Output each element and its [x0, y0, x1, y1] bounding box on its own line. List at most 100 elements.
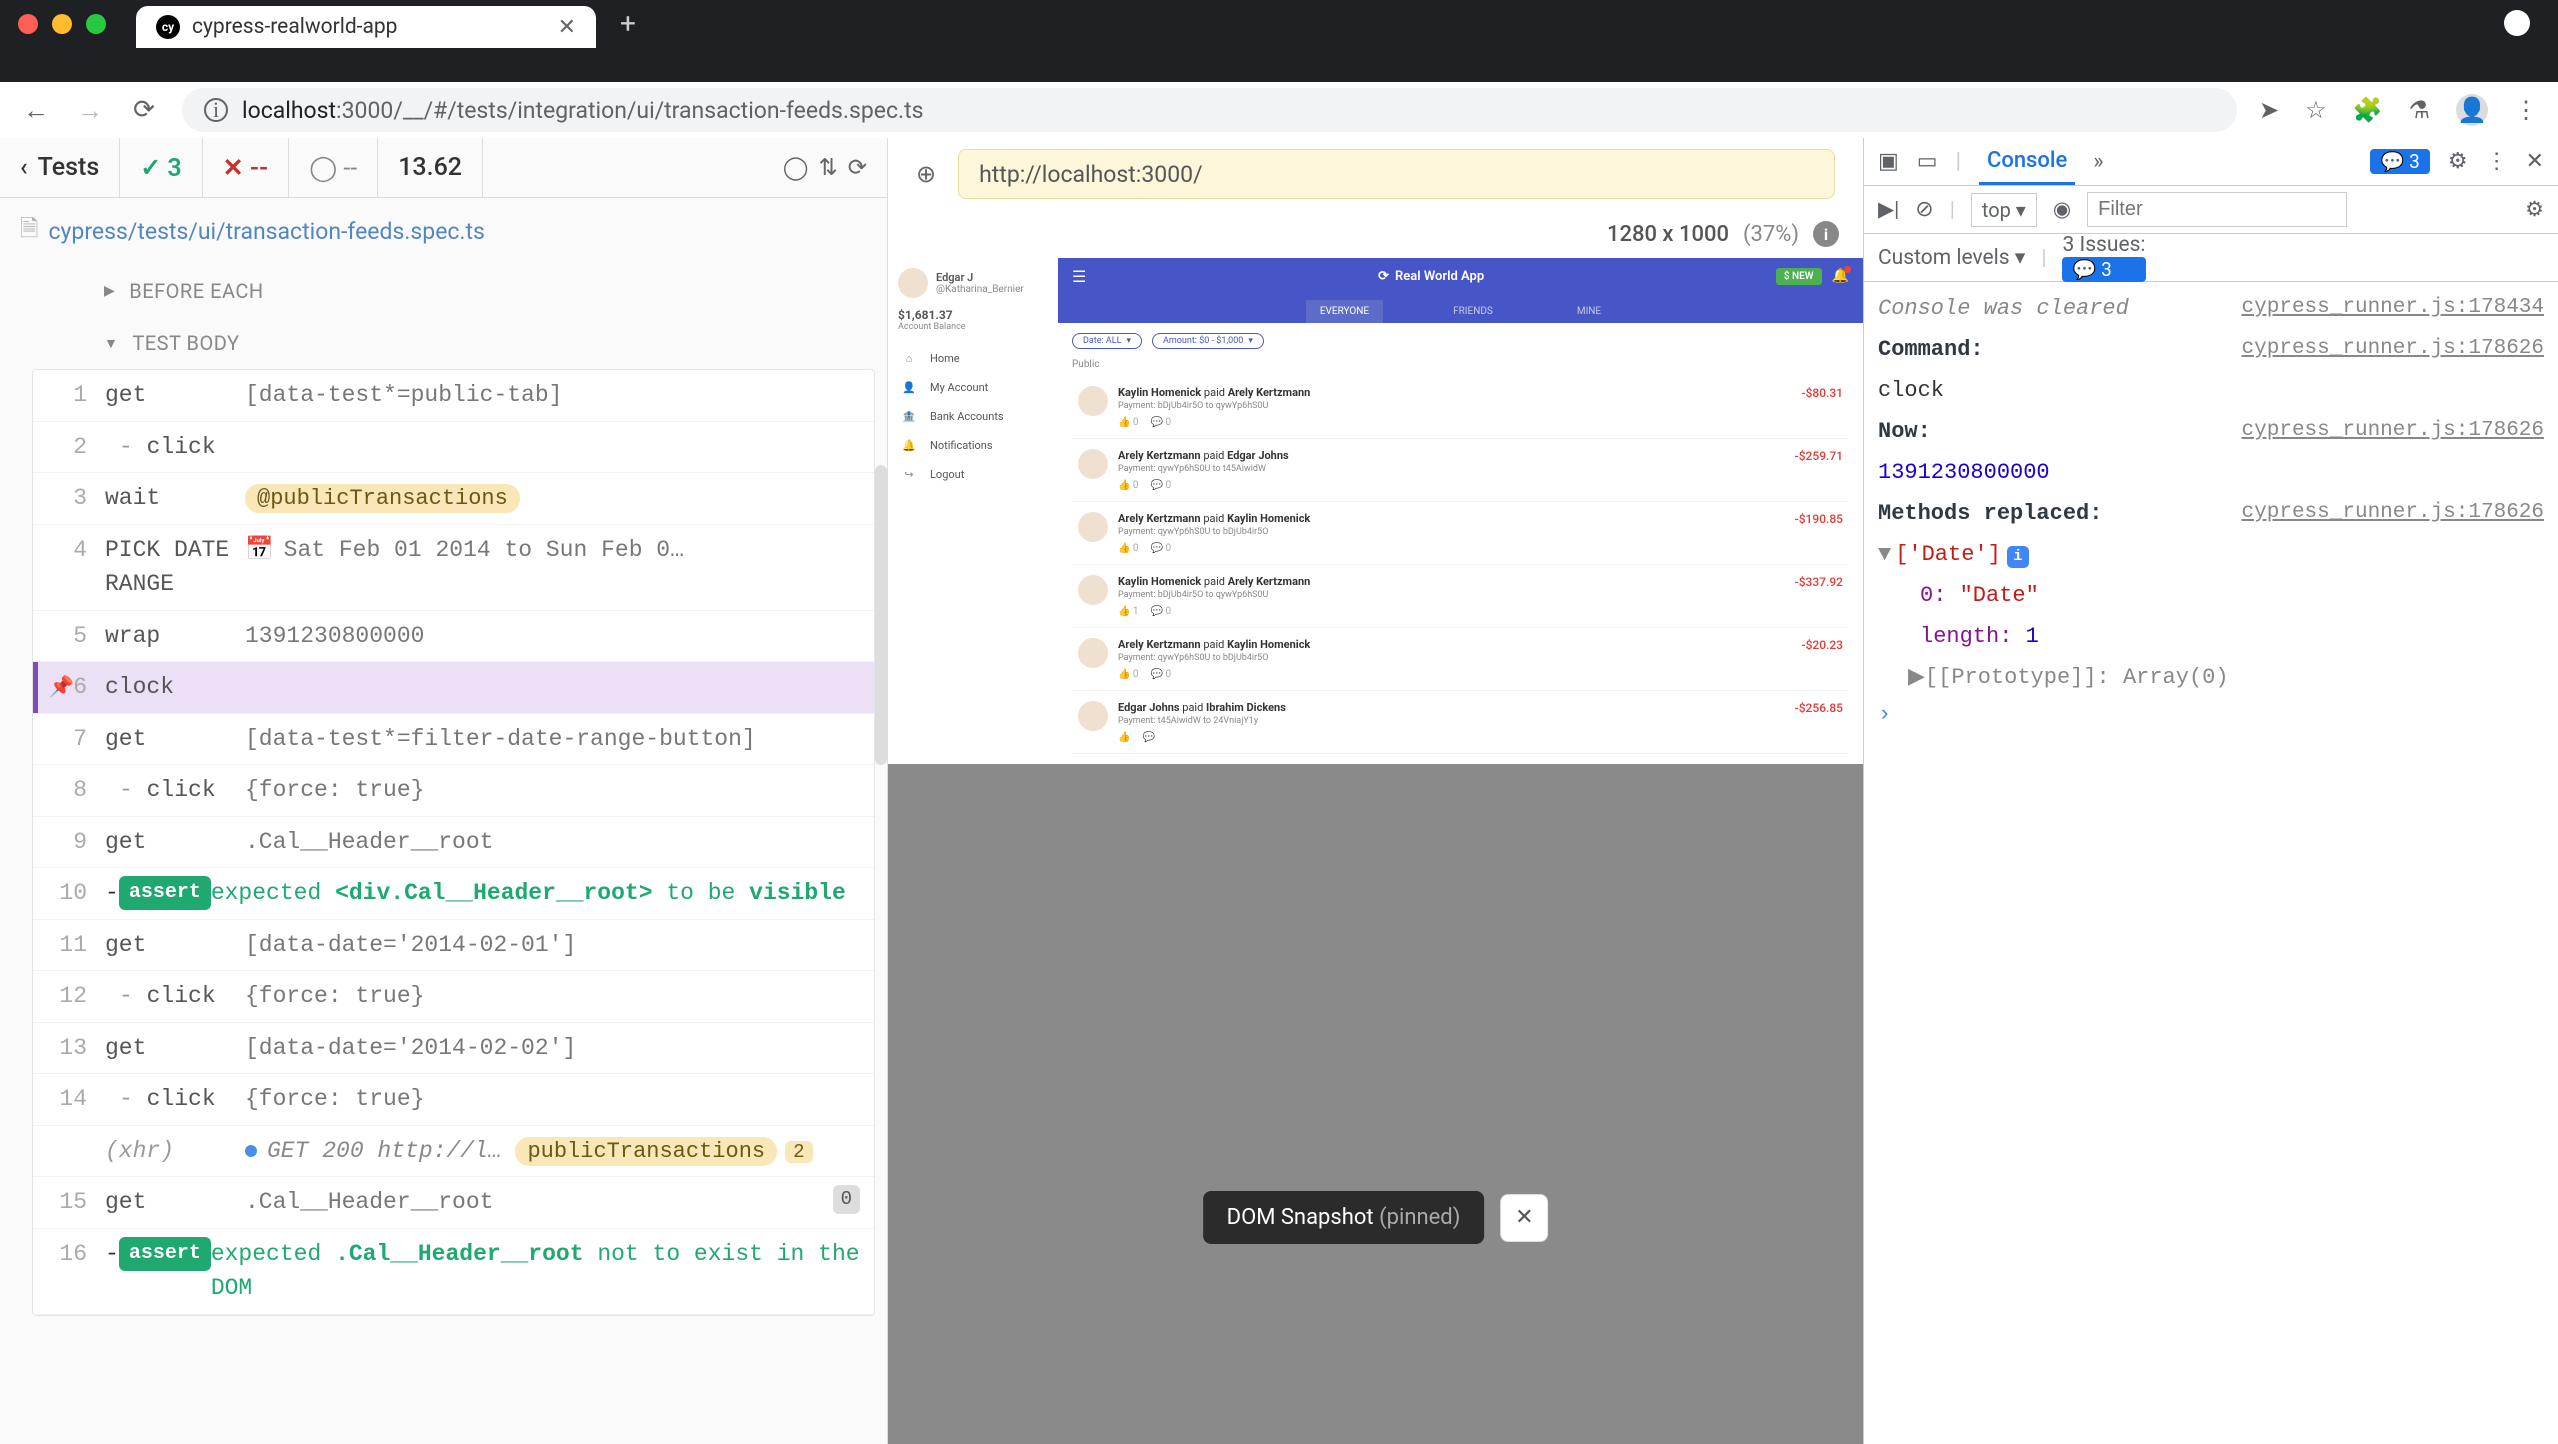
- bookmark-icon[interactable]: ☆: [2305, 96, 2327, 124]
- nav-item[interactable]: 🏦Bank Accounts: [898, 402, 1048, 431]
- app-under-test[interactable]: Edgar J @Katharina_Bernier $1,681.37 Acc…: [888, 258, 1863, 764]
- command-row[interactable]: 11get[data-date='2014-02-01']: [33, 920, 874, 972]
- before-each-header[interactable]: ▶BEFORE EACH: [32, 265, 875, 317]
- filter-pill[interactable]: Amount: $0 - $1,000▾: [1152, 333, 1264, 349]
- console-filter-input[interactable]: [2087, 192, 2347, 227]
- dom-snapshot-close-button[interactable]: ✕: [1500, 1194, 1548, 1242]
- object-prototype[interactable]: ▶[[Prototype]]: Array(0): [1908, 661, 2544, 694]
- command-row[interactable]: 10- assertexpected <div.Cal__Header__roo…: [33, 868, 874, 920]
- console-object[interactable]: ▼['Date']i: [1878, 538, 2544, 571]
- menu-icon[interactable]: ⋮: [2514, 96, 2538, 124]
- transaction-item[interactable]: Edgar Johns paid Ibrahim DickensPayment:…: [1072, 691, 1849, 754]
- app-sidebar: Edgar J @Katharina_Bernier $1,681.37 Acc…: [888, 258, 1058, 764]
- command-row[interactable]: 14click{force: true}: [33, 1074, 874, 1126]
- lab-icon[interactable]: ⚗: [2408, 96, 2430, 124]
- command-row[interactable]: 7get[data-test*=filter-date-range-button…: [33, 714, 874, 766]
- feed-tab[interactable]: MINE: [1563, 300, 1615, 323]
- command-row[interactable]: 5wrap1391230800000: [33, 611, 874, 663]
- close-window[interactable]: [18, 14, 38, 34]
- forward-button[interactable]: →: [74, 95, 106, 126]
- nav-item[interactable]: 🔔Notifications: [898, 431, 1048, 460]
- inspect-icon[interactable]: ▣: [1878, 149, 1899, 174]
- transaction-item[interactable]: Kaylin Homenick paid Arely KertzmannPaym…: [1072, 565, 1849, 628]
- transaction-item[interactable]: Arely Kertzmann paid Kaylin HomenickPaym…: [1072, 502, 1849, 565]
- command-row[interactable]: 1get[data-test*=public-tab]: [33, 370, 874, 422]
- expand-icon[interactable]: ⇅: [818, 154, 837, 181]
- feed-section-label: Public: [1072, 359, 1849, 370]
- object-property: 0: "Date": [1920, 579, 2544, 612]
- nav-item[interactable]: ⌂Home: [898, 344, 1048, 373]
- selector-playground-icon[interactable]: ⊕: [916, 160, 936, 188]
- tests-back-button[interactable]: ‹ Tests: [0, 138, 120, 197]
- viewport-info-icon[interactable]: i: [1813, 221, 1839, 247]
- tab-overflow-icon[interactable]: [2504, 10, 2530, 36]
- site-info-icon[interactable]: i: [204, 98, 228, 122]
- command-row[interactable]: (xhr)GET 200 http://l… publicTransaction…: [33, 1126, 874, 1178]
- command-row[interactable]: 16- assertexpected .Cal__Header__root no…: [33, 1229, 874, 1315]
- nav-item[interactable]: ↪Logout: [898, 460, 1048, 489]
- settings-icon[interactable]: ⚙: [2448, 149, 2468, 174]
- extensions-icon[interactable]: 🧩: [2353, 96, 2383, 124]
- console-prompt[interactable]: ›: [1864, 698, 2558, 731]
- context-selector[interactable]: top ▾: [1971, 193, 2037, 227]
- console-output[interactable]: Console was clearedcypress_runner.js:178…: [1864, 282, 2558, 1444]
- source-link[interactable]: cypress_runner.js:178626: [2242, 415, 2544, 448]
- test-body-header[interactable]: ▼TEST BODY: [32, 317, 875, 369]
- feed-tab[interactable]: FRIENDS: [1439, 300, 1507, 323]
- command-log[interactable]: ▶BEFORE EACH ▼TEST BODY 1get[data-test*=…: [0, 265, 887, 1444]
- hamburger-icon[interactable]: ☰: [1072, 267, 1086, 286]
- new-tab-button[interactable]: +: [620, 7, 636, 40]
- back-button[interactable]: ←: [20, 95, 52, 126]
- transaction-item[interactable]: Arely Kertzmann paid Edgar JohnsPayment:…: [1072, 439, 1849, 502]
- command-row[interactable]: 13get[data-date='2014-02-02']: [33, 1023, 874, 1075]
- command-row[interactable]: 12click{force: true}: [33, 971, 874, 1023]
- send-icon[interactable]: ➤: [2259, 96, 2279, 124]
- live-expression-icon[interactable]: ◉: [2053, 197, 2071, 222]
- source-link[interactable]: cypress_runner.js:178626: [2242, 497, 2544, 530]
- source-link[interactable]: cypress_runner.js:178434: [2242, 292, 2544, 325]
- app-url-input[interactable]: http://localhost:3000/: [958, 149, 1835, 199]
- sidebar-toggle-icon[interactable]: ▶|: [1878, 197, 1899, 222]
- command-row[interactable]: 3wait@publicTransactions: [33, 473, 874, 525]
- url-bar: ← → ⟳ i localhost:3000/__/#/tests/integr…: [0, 82, 2558, 138]
- info-icon[interactable]: i: [2007, 546, 2029, 568]
- scrollbar[interactable]: [875, 465, 887, 765]
- profile-avatar[interactable]: 👤: [2456, 94, 2488, 126]
- command-row[interactable]: 8click{force: true}: [33, 765, 874, 817]
- log-levels-selector[interactable]: Custom levels ▾: [1878, 245, 2025, 270]
- issues-summary[interactable]: 3 Issues: 💬 3: [2062, 233, 2145, 282]
- auto-scroll-icon[interactable]: ◯: [783, 154, 809, 181]
- close-devtools-icon[interactable]: ✕: [2526, 149, 2544, 174]
- command-row[interactable]: 9get.Cal__Header__root: [33, 817, 874, 869]
- maximize-window[interactable]: [86, 14, 106, 34]
- command-row[interactable]: 6clock📌: [33, 662, 874, 714]
- spec-file-path[interactable]: 🗎 cypress/tests/ui/transaction-feeds.spe…: [0, 198, 887, 265]
- reload-button[interactable]: ⟳: [128, 95, 160, 125]
- more-tabs-icon[interactable]: »: [2093, 149, 2103, 174]
- transaction-item[interactable]: Kaylin Homenick paid Arely KertzmannPaym…: [1072, 376, 1849, 439]
- user-profile[interactable]: Edgar J @Katharina_Bernier: [898, 268, 1048, 298]
- kebab-icon[interactable]: ⋮: [2486, 149, 2508, 174]
- feed-tab[interactable]: EVERYONE: [1306, 300, 1383, 323]
- notifications-icon[interactable]: 🔔: [1832, 268, 1849, 284]
- rerun-icon[interactable]: ⟳: [848, 154, 867, 181]
- console-settings-icon[interactable]: ⚙: [2525, 197, 2544, 222]
- balance-label: Account Balance: [898, 322, 1048, 332]
- command-row[interactable]: 15get.Cal__Header__root0: [33, 1177, 874, 1229]
- console-tab[interactable]: Console: [1979, 138, 2075, 185]
- address-bar[interactable]: i localhost:3000/__/#/tests/integration/…: [182, 88, 2237, 132]
- issues-badge[interactable]: 💬 3: [2370, 149, 2429, 174]
- filter-pill[interactable]: Date: ALL▾: [1072, 333, 1142, 349]
- nav-item[interactable]: 👤My Account: [898, 373, 1048, 402]
- close-tab-icon[interactable]: ✕: [558, 15, 576, 40]
- clear-console-icon[interactable]: ⊘: [1915, 197, 1933, 222]
- source-link[interactable]: cypress_runner.js:178626: [2242, 333, 2544, 366]
- minimize-window[interactable]: [52, 14, 72, 34]
- command-row[interactable]: 2click: [33, 422, 874, 474]
- browser-tab[interactable]: cy cypress-realworld-app ✕: [136, 6, 596, 48]
- device-toggle-icon[interactable]: ▭: [1917, 149, 1938, 174]
- transaction-item[interactable]: Arely Kertzmann paid Kaylin HomenickPaym…: [1072, 628, 1849, 691]
- devtools-pane: ▣ ▭ | Console » 💬 3 ⚙ ⋮ ✕ ▶| ⊘ | top ▾ ◉…: [1863, 138, 2558, 1444]
- command-row[interactable]: 4PICK DATE RANGE📅Sat Feb 01 2014 to Sun …: [33, 525, 874, 611]
- new-transaction-button[interactable]: $ NEW: [1776, 268, 1822, 285]
